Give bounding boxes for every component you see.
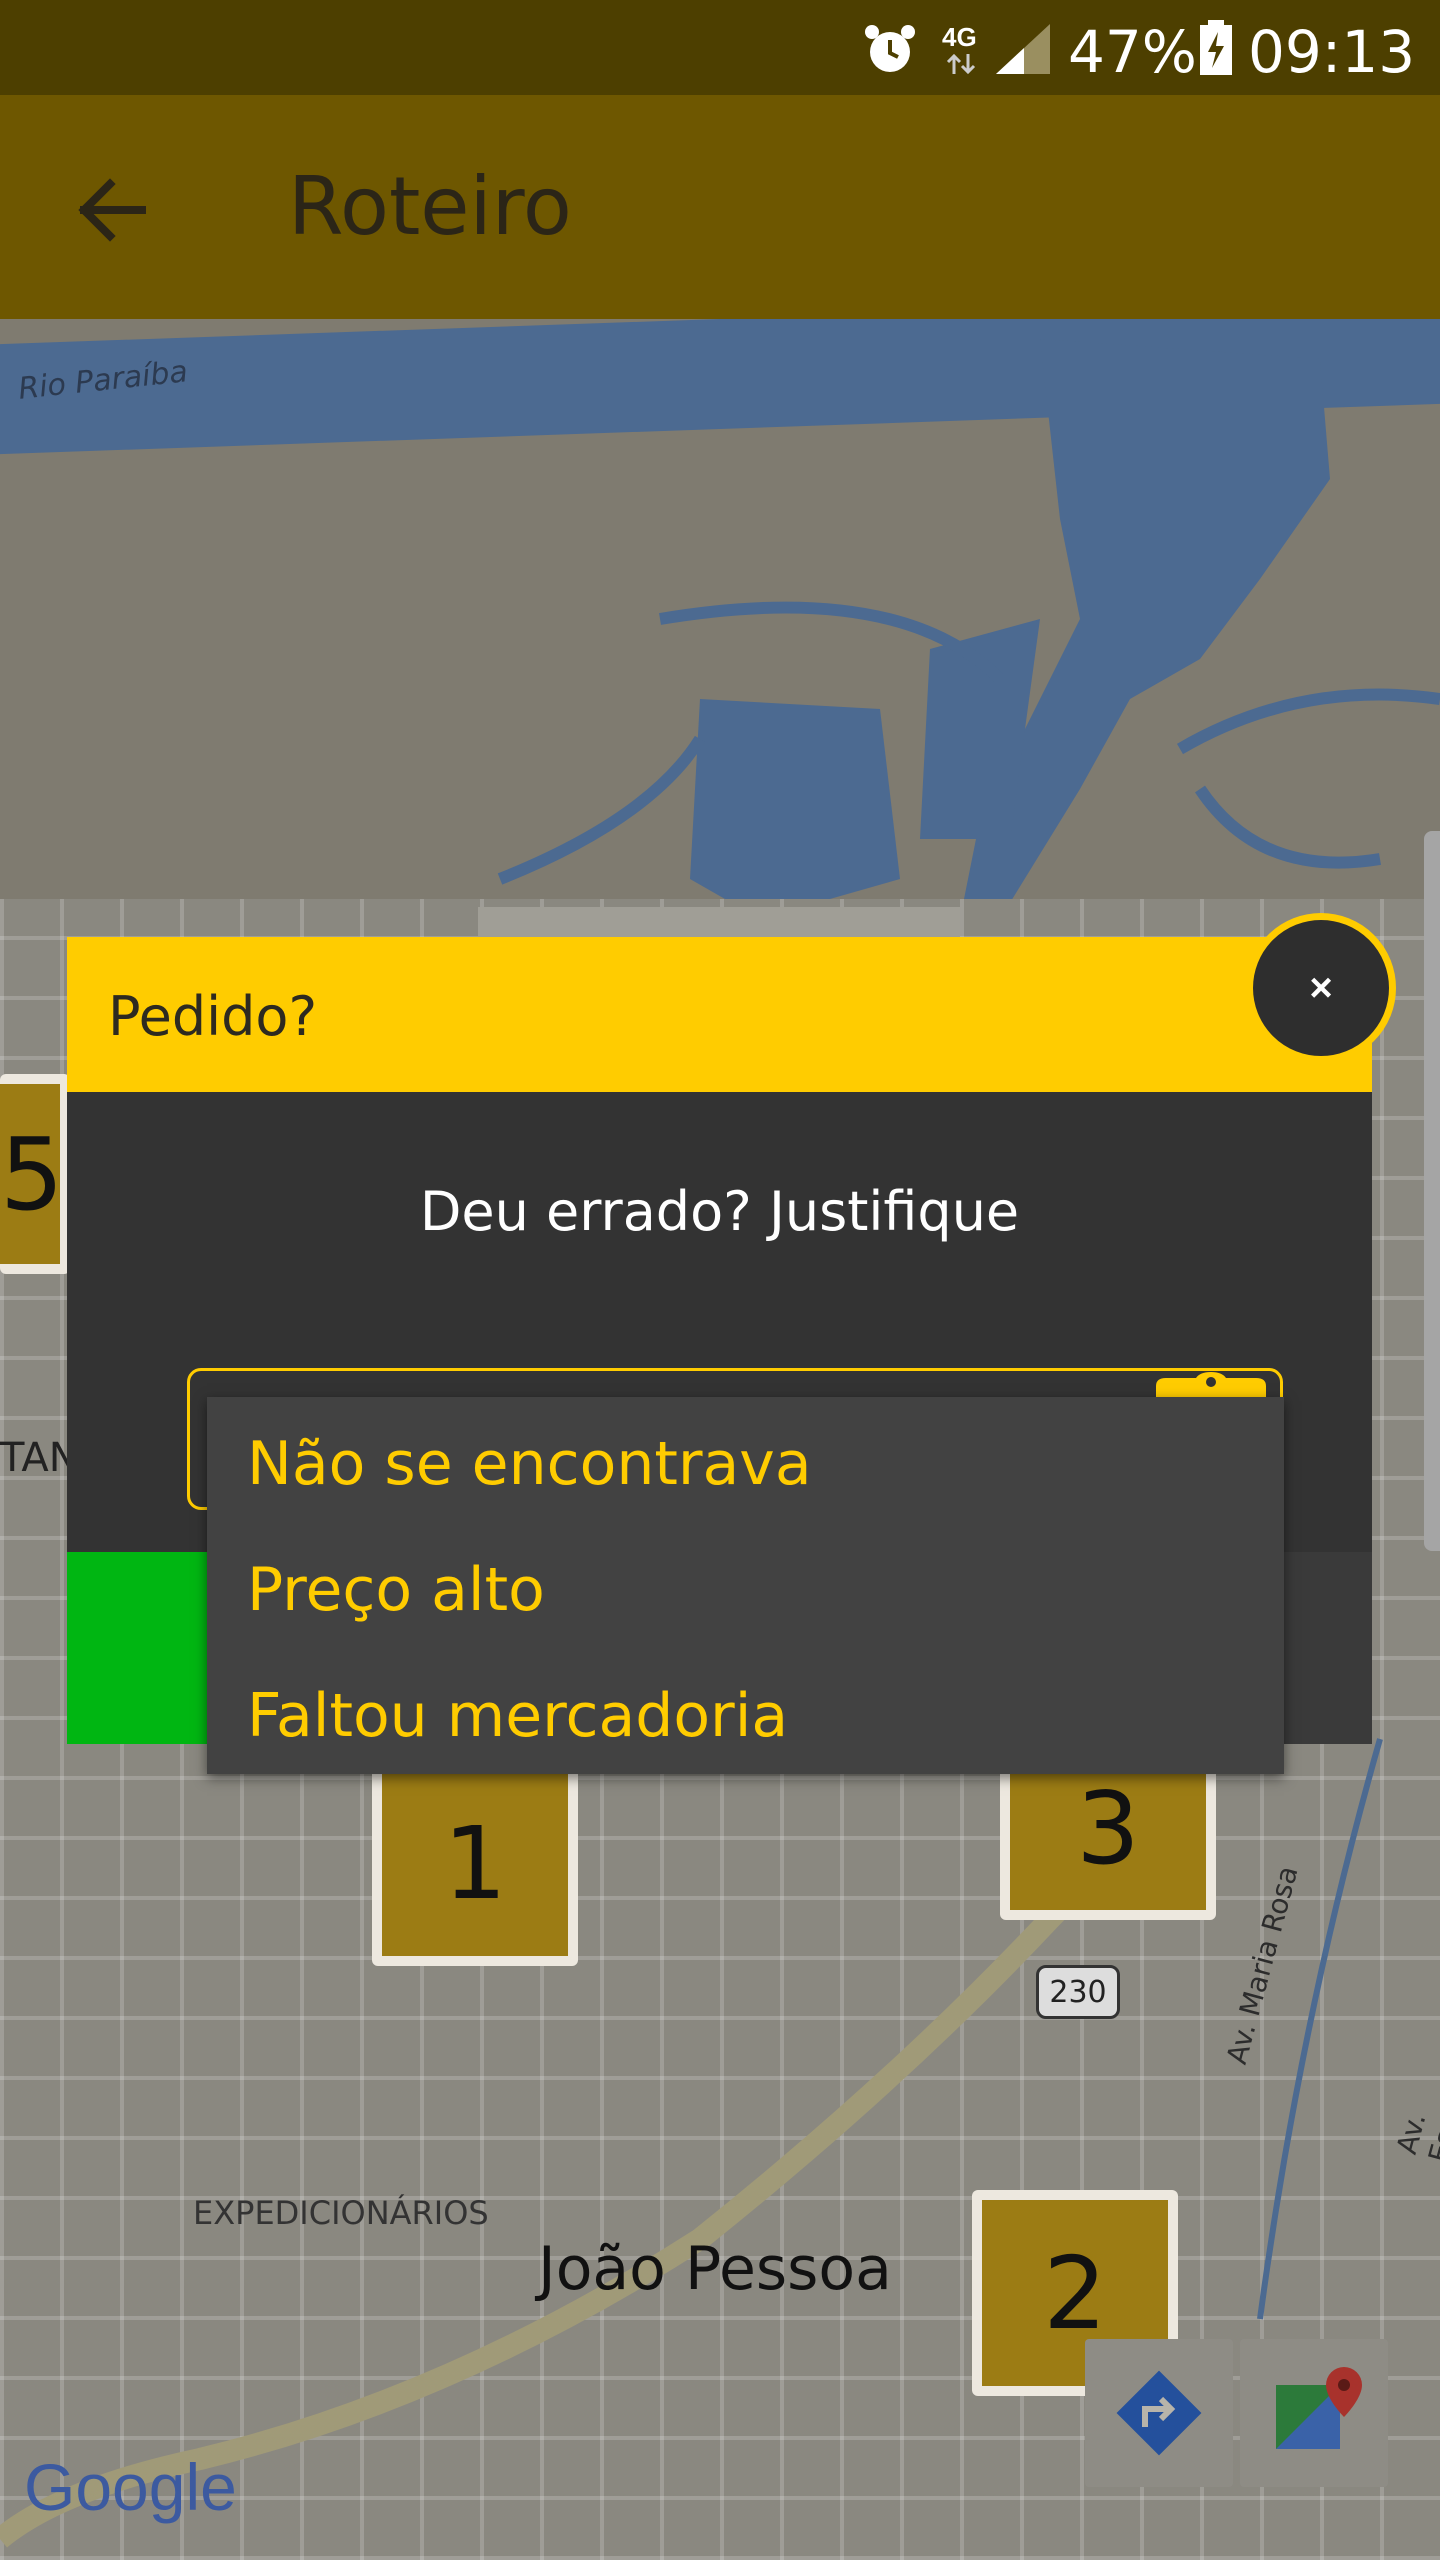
option-preco-alto[interactable]: Preço alto	[247, 1555, 545, 1625]
status-bar: 4G 47% 09:13	[0, 0, 1440, 95]
side-panel-edge	[1424, 831, 1440, 1551]
option-faltou-mercadoria[interactable]: Faltou mercadoria	[247, 1681, 788, 1751]
google-maps-icon	[1276, 2367, 1362, 2449]
battery-charging-icon	[1200, 20, 1232, 75]
road-shield-230: 230	[1036, 1965, 1120, 2019]
data-arrows-icon	[946, 53, 976, 75]
battery-percent: 47%	[1068, 18, 1197, 86]
dialog-prompt: Deu errado? Justifique	[419, 1180, 1020, 1243]
app-bar	[0, 95, 1440, 319]
close-button[interactable]: ×	[1246, 913, 1396, 1063]
cancel-button[interactable]	[1282, 1552, 1372, 1744]
map-marker-5[interactable]: 5	[0, 1074, 70, 1274]
google-logo: Google	[24, 2450, 237, 2524]
clock: 09:13	[1248, 18, 1416, 86]
confirm-button[interactable]	[67, 1552, 207, 1744]
marker-number: 1	[382, 1770, 568, 1956]
signal-icon	[996, 24, 1050, 74]
directions-icon	[1116, 2370, 1202, 2456]
justification-dropdown: Não se encontrava Preço alto Faltou merc…	[207, 1397, 1284, 1774]
estuary-water	[497, 339, 1440, 919]
dialog-title: Pedido?	[108, 985, 318, 1048]
open-in-maps-button[interactable]	[1240, 2339, 1388, 2487]
city-label: João Pessoa	[538, 2234, 892, 2304]
marker-number: 5	[0, 1084, 64, 1264]
map-marker-3[interactable]: 3	[1000, 1760, 1216, 1920]
option-nao-se-encontrava[interactable]: Não se encontrava	[247, 1429, 812, 1499]
marker-number: 3	[1010, 1770, 1206, 1910]
back-arrow-icon[interactable]	[72, 170, 152, 250]
network-type-label: 4G	[942, 22, 977, 52]
alarm-icon	[865, 25, 915, 72]
road-shield-label: 230	[1049, 1974, 1107, 2010]
page-title: Roteiro	[288, 160, 572, 253]
close-icon: ×	[1309, 965, 1333, 1010]
map-marker-1[interactable]: 1	[372, 1760, 578, 1966]
directions-button[interactable]	[1085, 2339, 1233, 2487]
neighborhood-label: EXPEDICIONÁRIOS	[193, 2194, 489, 2232]
